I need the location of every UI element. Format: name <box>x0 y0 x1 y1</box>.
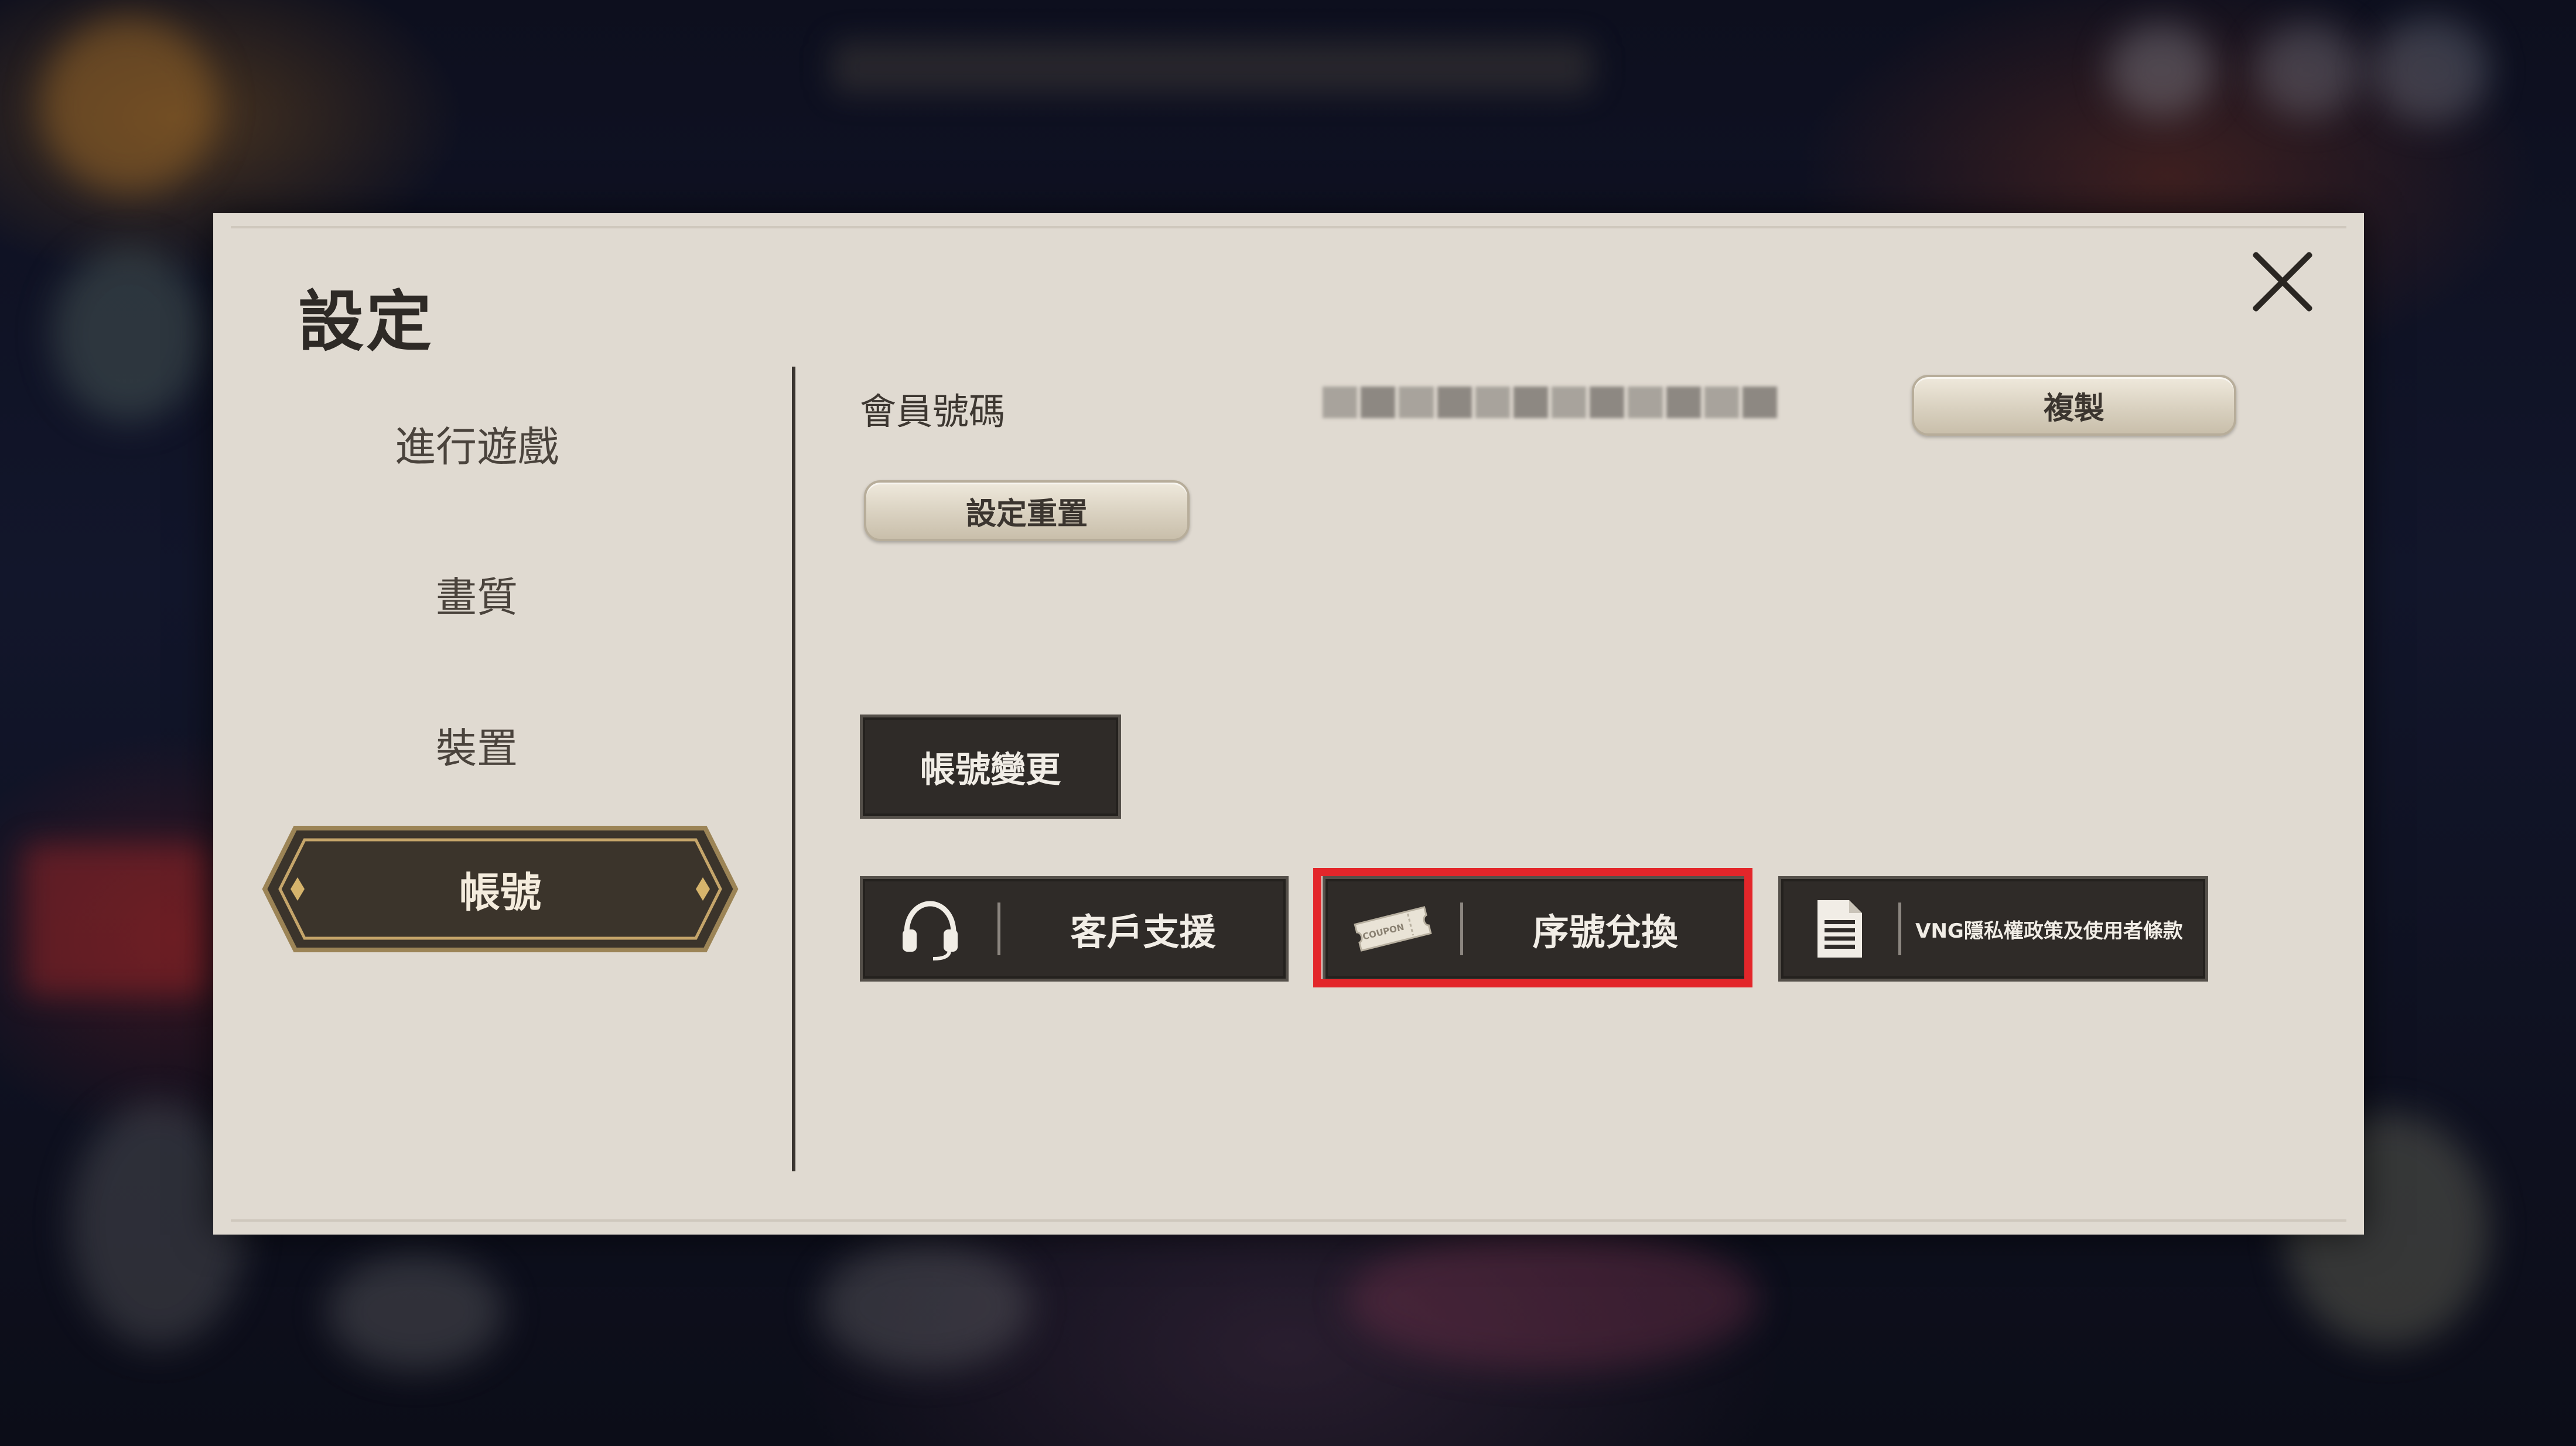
sidebar-item-label: 畫質 <box>436 573 518 621</box>
bg-hud-bar <box>832 41 1593 94</box>
privacy-policy-label: VNG隱私權政策及使用者條款 <box>1915 919 2183 943</box>
sidebar-item-account[interactable]: 帳號 <box>260 825 740 953</box>
sidebar-item-gameplay[interactable]: 進行遊戲 <box>237 396 717 490</box>
bg-bottom-blob <box>328 1253 504 1370</box>
bg-bottom-blob <box>820 1242 1031 1370</box>
dialog-bottom-border <box>231 1219 2346 1222</box>
sidebar-item-label: 進行遊戲 <box>395 422 559 471</box>
close-icon[interactable] <box>2246 246 2316 316</box>
member-id-label: 會員號碼 <box>860 390 1006 433</box>
change-account-button[interactable]: 帳號變更 <box>860 715 1121 819</box>
sidebar-item-graphics[interactable]: 畫質 <box>237 547 717 641</box>
bg-hud-blob <box>2109 23 2214 117</box>
bg-side-banner <box>23 843 211 996</box>
settings-dialog: 設定 進行遊戲 畫質 裝置 帳號 會員號碼 複製 設定重置 帳號變更 客戶支援 … <box>213 213 2364 1235</box>
change-account-label: 帳號變更 <box>920 749 1061 791</box>
headset-icon <box>863 879 997 979</box>
sidebar-item-label: 帳號 <box>459 868 541 917</box>
bg-side-blob <box>53 246 205 422</box>
bg-hud-blob <box>2372 18 2489 123</box>
customer-support-label: 客戶支援 <box>1070 911 1216 953</box>
customer-support-button[interactable]: 客戶支援 <box>860 876 1289 982</box>
bg-avatar-blob <box>41 18 217 193</box>
coupon-ticket-icon: COUPON <box>1325 879 1460 979</box>
coupon-redeem-label: 序號兌換 <box>1532 911 1678 953</box>
dialog-title: 設定 <box>298 284 434 360</box>
sidebar-item-label: 裝置 <box>436 724 518 772</box>
dialog-top-border <box>231 226 2346 228</box>
copy-button[interactable]: 複製 <box>1912 375 2236 436</box>
coupon-redeem-button[interactable]: COUPON 序號兌換 <box>1323 876 1750 982</box>
bg-bottom-blob <box>1347 1230 1757 1370</box>
sidebar-item-device[interactable]: 裝置 <box>237 698 717 792</box>
member-id-value <box>1323 387 1778 418</box>
sidebar-divider <box>792 367 795 1171</box>
privacy-policy-button[interactable]: VNG隱私權政策及使用者條款 <box>1778 876 2208 982</box>
bg-hud-blob <box>2255 23 2360 117</box>
document-icon <box>1781 879 1898 979</box>
game-screen: 設定 進行遊戲 畫質 裝置 帳號 會員號碼 複製 設定重置 帳號變更 客戶支援 … <box>0 0 2576 1446</box>
reset-settings-button[interactable]: 設定重置 <box>864 480 1190 541</box>
